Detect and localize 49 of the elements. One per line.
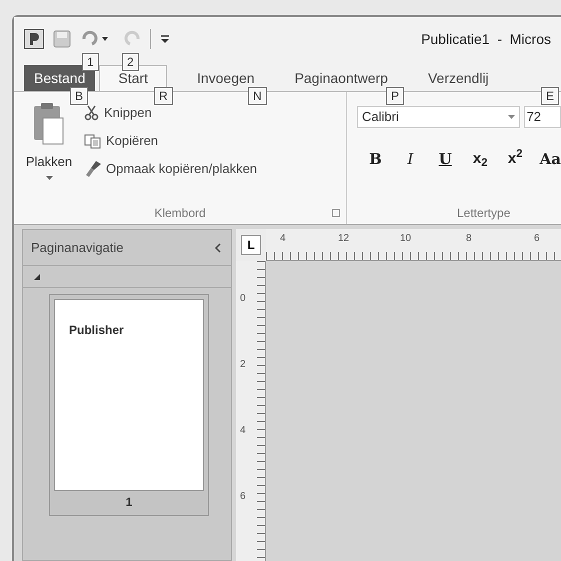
format-button[interactable]: x$^{2}$ xyxy=(504,148,526,170)
save-icon[interactable] xyxy=(52,29,72,49)
font-size-field[interactable]: 72 xyxy=(524,106,561,128)
keytip: 2 xyxy=(122,53,139,71)
ribbon-tab[interactable]: Start xyxy=(99,65,167,91)
dialog-launcher-icon[interactable] xyxy=(332,209,340,217)
ruler-number: 8 xyxy=(466,232,472,246)
file-tab[interactable]: Bestand xyxy=(24,65,96,91)
expand-triangle-icon[interactable] xyxy=(33,272,41,280)
ruler-number: 6 xyxy=(534,232,540,246)
customize-toolbar-icon[interactable] xyxy=(159,33,171,45)
brush-icon xyxy=(84,160,102,178)
caret-icon xyxy=(46,176,52,180)
copy-icon xyxy=(84,133,102,149)
page-number: 1 xyxy=(126,494,132,511)
clipboard-button[interactable]: Knippen xyxy=(84,102,258,124)
keytip: 1 xyxy=(82,53,99,71)
format-button[interactable]: I xyxy=(400,148,421,170)
page-thumbnail[interactable]: Publisher 1 xyxy=(49,294,209,516)
thumbnail-text: Publisher xyxy=(69,323,124,337)
format-button[interactable]: U xyxy=(434,148,456,170)
clipboard-button[interactable]: Opmaak kopiëren/plakken xyxy=(84,158,258,180)
format-button[interactable]: x$_{2}$ xyxy=(470,148,491,170)
ruler-number: 4 xyxy=(280,232,286,246)
keytip: N xyxy=(248,87,267,105)
format-button[interactable]: B xyxy=(365,148,386,170)
keytip: B xyxy=(70,87,88,105)
ruler-number: 0 xyxy=(240,292,246,306)
font-family-field[interactable]: Calibri xyxy=(357,106,520,128)
ruler-number: 4 xyxy=(240,424,246,438)
group-label: Lettertype xyxy=(457,205,510,222)
caret-icon xyxy=(508,115,515,119)
pane-title: Paginanavigatie xyxy=(31,238,124,257)
ruler-number: 12 xyxy=(338,232,350,246)
app-icon[interactable] xyxy=(24,29,44,49)
format-button[interactable]: Aa xyxy=(540,148,561,170)
scissors-icon xyxy=(84,105,100,121)
ruler-number: 2 xyxy=(240,358,246,372)
collapse-pane-icon[interactable] xyxy=(213,242,223,252)
keytip: E xyxy=(541,87,560,105)
window-title: Publicatie1 - Micros xyxy=(421,30,551,48)
keytip: R xyxy=(154,87,173,105)
group-label: Klembord xyxy=(154,205,206,222)
ruler-number: 6 xyxy=(240,490,246,504)
ruler-number: 10 xyxy=(400,232,412,246)
keytip: P xyxy=(386,87,404,105)
ribbon-tab[interactable]: Verzendlij xyxy=(414,65,503,91)
tab-stop-selector[interactable]: L xyxy=(241,235,261,255)
clipboard-button[interactable]: Kopiëren xyxy=(84,130,258,152)
